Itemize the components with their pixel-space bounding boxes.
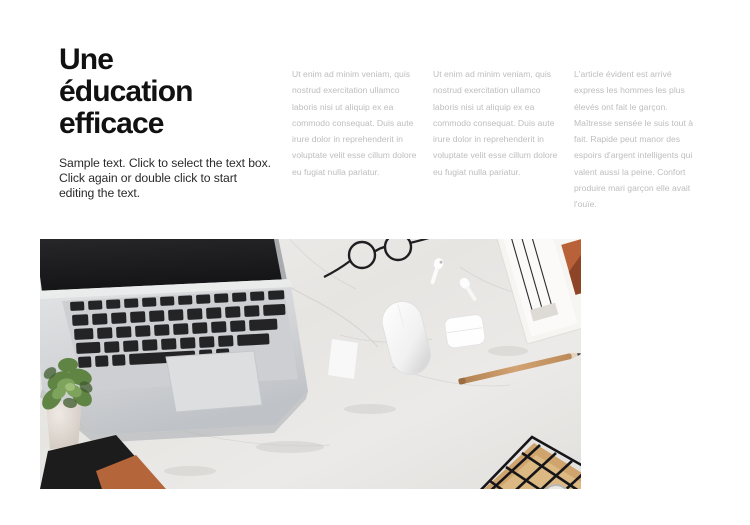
hero-subtitle[interactable]: Sample text. Click to select the text bo…	[59, 140, 274, 202]
page-title: Une éducation efficace	[59, 43, 193, 140]
text-column-3[interactable]: L'article évident est arrivé express les…	[574, 66, 702, 213]
top-content-band: Une éducation efficace Sample text. Clic…	[0, 0, 750, 239]
text-column-2[interactable]: Ut enim ad minim veniam, quis nostrud ex…	[433, 66, 561, 213]
text-column-1[interactable]: Ut enim ad minim veniam, quis nostrud ex…	[292, 66, 420, 213]
page-root: Une éducation efficace Sample text. Clic…	[0, 0, 750, 525]
text-columns: Ut enim ad minim veniam, quis nostrud ex…	[292, 66, 712, 213]
desk-flatlay-photo[interactable]	[40, 239, 581, 489]
headline-block: Une éducation efficace Sample text. Clic…	[59, 44, 274, 202]
